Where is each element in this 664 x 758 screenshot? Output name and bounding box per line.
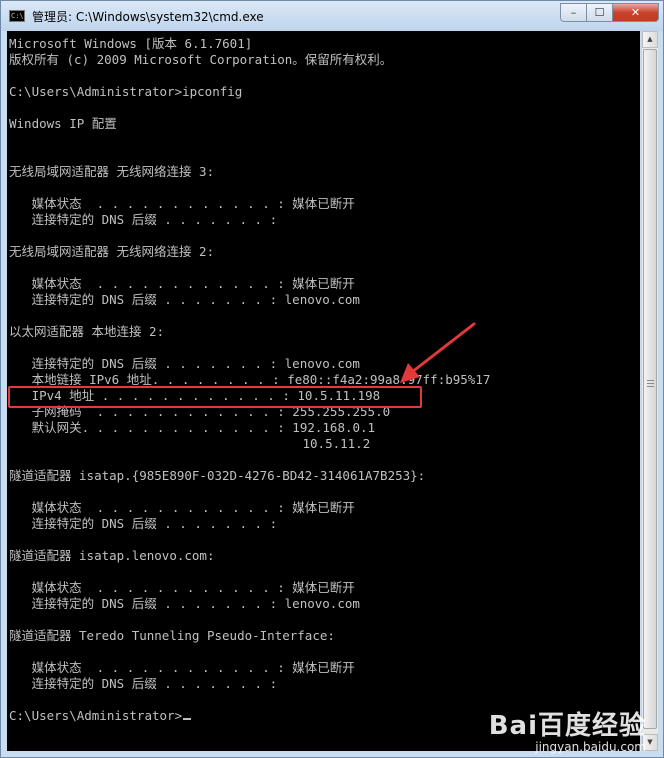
- watermark-url: jingyan.baidu.com: [535, 740, 646, 754]
- watermark-logo: Bai百度经验: [488, 711, 646, 741]
- baidu-jingyan-watermark: Bai百度经验 jingyan.baidu.com: [489, 705, 646, 754]
- annotation-arrow-icon: [400, 322, 476, 383]
